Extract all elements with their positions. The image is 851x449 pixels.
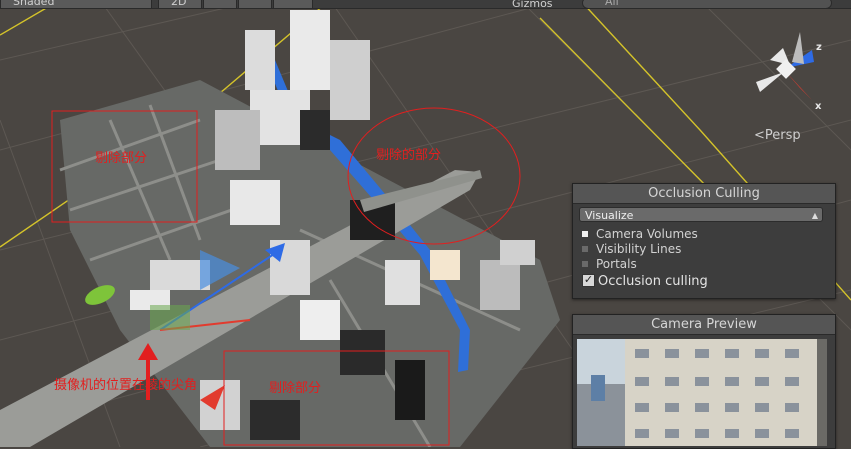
option-indicator-icon xyxy=(582,230,588,237)
option-label: Visibility Lines xyxy=(596,242,682,256)
option-portals[interactable]: Portals xyxy=(582,257,637,271)
occlusion-culling-panel: Occlusion Culling Visualize ▲ Camera Vol… xyxy=(572,183,836,299)
orientation-gizmo[interactable] xyxy=(756,32,814,100)
option-indicator-icon xyxy=(582,260,588,267)
search-placeholder: All xyxy=(605,0,619,8)
annotation-camera-position: 摄像机的位置在棱的尖角 xyxy=(54,378,198,393)
camera-preview-title: Camera Preview xyxy=(573,315,835,335)
visualize-dropdown-value: Visualize xyxy=(585,209,634,222)
axis-z-label: z xyxy=(816,42,822,53)
scene-search-input[interactable]: All xyxy=(582,0,832,8)
shading-mode-label: Shaded xyxy=(13,0,55,8)
visualize-dropdown[interactable]: Visualize ▲ xyxy=(579,207,823,222)
option-label: Camera Volumes xyxy=(596,227,698,241)
dropdown-arrow-icon: ▲ xyxy=(811,211,818,220)
lighting-toggle[interactable] xyxy=(203,0,237,8)
scene-toolbar: Shaded 2D Gizmos All xyxy=(0,0,851,9)
occlusion-toggle-label: Occlusion culling xyxy=(598,274,708,289)
annotation-culled-left: 剔除部分 xyxy=(95,151,148,166)
option-camera-volumes[interactable]: Camera Volumes xyxy=(582,227,698,241)
annotation-culled-right: 剔除的部分 xyxy=(376,148,442,163)
annotation-culled-bottom: 剔除部分 xyxy=(269,381,322,396)
shading-mode-dropdown[interactable]: Shaded xyxy=(0,0,152,8)
mode-2d-toggle[interactable]: 2D xyxy=(158,0,202,8)
mode-2d-label: 2D xyxy=(171,0,187,8)
audio-toggle[interactable] xyxy=(238,0,272,8)
projection-toggle[interactable]: <Persp xyxy=(754,128,801,143)
option-label: Portals xyxy=(596,257,637,271)
gizmos-menu[interactable]: Gizmos xyxy=(512,0,553,8)
effects-dropdown[interactable] xyxy=(273,0,313,8)
occlusion-culling-toggle[interactable]: ✓ Occlusion culling xyxy=(582,274,708,289)
axis-x-label: x xyxy=(815,101,822,112)
camera-preview-panel: Camera Preview xyxy=(572,314,836,449)
checkbox-checked-icon: ✓ xyxy=(582,273,595,287)
option-visibility-lines[interactable]: Visibility Lines xyxy=(582,242,681,256)
occlusion-panel-title: Occlusion Culling xyxy=(573,184,835,204)
camera-preview-image xyxy=(577,339,827,446)
option-indicator-icon xyxy=(582,245,588,252)
